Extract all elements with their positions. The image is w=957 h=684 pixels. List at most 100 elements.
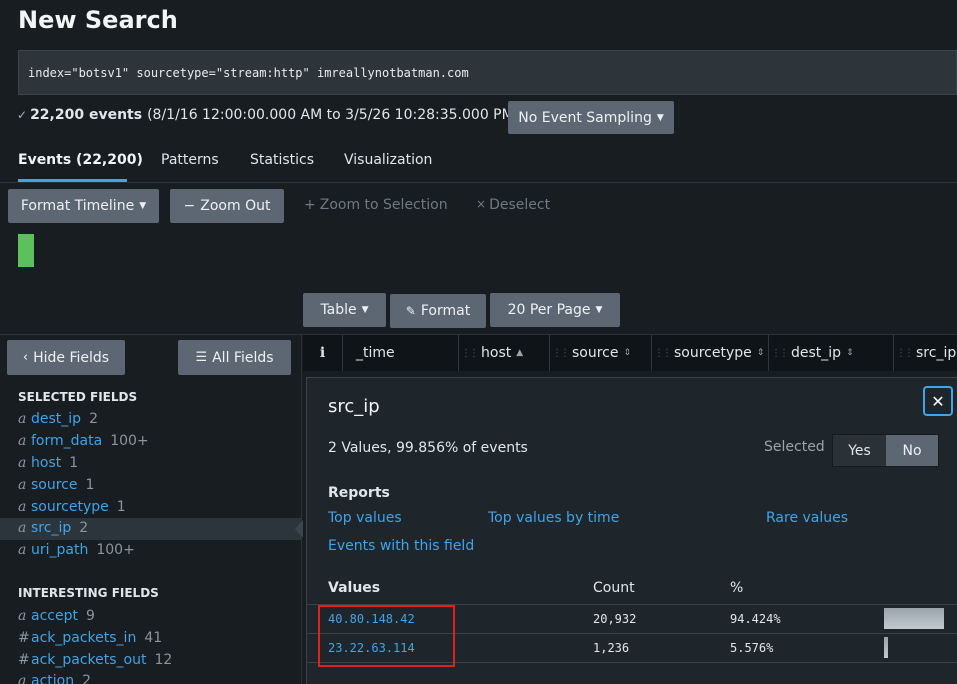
field-name: source <box>31 477 78 493</box>
field-type: a <box>18 455 27 471</box>
sidebar-item-host[interactable]: a host 1 <box>18 455 78 471</box>
column-header-src-ip[interactable]: ⋮⋮ src_ip <box>893 335 957 371</box>
drag-handle-icon[interactable]: ⋮⋮ <box>896 348 914 359</box>
format-label: Format <box>420 303 471 319</box>
field-count: 1 <box>116 499 126 515</box>
zoom-out-button[interactable]: − Zoom Out <box>170 189 284 223</box>
tab-patterns[interactable]: Patterns <box>161 152 219 168</box>
sidebar-item-form-data[interactable]: a form_data 100+ <box>18 433 149 449</box>
selected-no-button[interactable]: No <box>885 435 938 466</box>
sidebar-item-ack-packets-in[interactable]: # ack_packets_in 41 <box>18 630 162 646</box>
field-type: a <box>18 673 27 684</box>
table-view-dropdown[interactable]: Table ▼ <box>303 293 386 327</box>
selected-yes-button[interactable]: Yes <box>833 435 886 466</box>
sidebar-item-sourcetype[interactable]: a sourcetype 1 <box>18 499 126 515</box>
field-count: 9 <box>85 608 95 624</box>
value-percent-bar <box>884 637 888 658</box>
tab-statistics[interactable]: Statistics <box>250 152 314 168</box>
field-count: 12 <box>154 652 173 668</box>
drag-handle-icon[interactable]: ⋮⋮ <box>654 348 672 359</box>
per-page-label: 20 Per Page <box>507 302 591 318</box>
column-header-time[interactable]: _time <box>342 335 458 371</box>
all-fields-label: All Fields <box>212 349 274 366</box>
column-label: dest_ip <box>791 345 842 361</box>
caret-down-icon: ▼ <box>595 305 603 315</box>
field-type: a <box>18 608 27 624</box>
sort-icon[interactable]: ⇕ <box>757 348 765 358</box>
info-column-header[interactable]: i <box>303 335 342 371</box>
x-icon: × <box>476 197 487 211</box>
sidebar-item-action[interactable]: a action 2 <box>18 673 91 684</box>
report-rare-values-link[interactable]: Rare values <box>766 510 848 526</box>
field-count: 2 <box>79 520 89 536</box>
info-icon: i <box>319 345 326 361</box>
sidebar-item-source[interactable]: a source 1 <box>18 477 94 493</box>
format-button[interactable]: ✎ Format <box>390 294 486 328</box>
sidebar-item-accept[interactable]: a accept 9 <box>18 608 95 624</box>
column-header-sourcetype[interactable]: ⋮⋮ sourcetype ⇕ <box>651 335 768 371</box>
per-page-dropdown[interactable]: 20 Per Page ▼ <box>490 293 620 327</box>
sort-icon[interactable]: ⇕ <box>624 348 632 358</box>
all-fields-button[interactable]: ☰ All Fields <box>178 340 291 375</box>
count-column-header: Count <box>593 580 635 596</box>
column-header-source[interactable]: ⋮⋮ source ⇕ <box>549 335 651 371</box>
field-name: ack_packets_in <box>31 630 137 646</box>
sidebar-item-uri-path[interactable]: a uri_path 100+ <box>18 542 135 558</box>
list-icon: ☰ <box>195 350 208 365</box>
value-count: 20,932 <box>593 612 637 626</box>
field-type: # <box>18 652 30 668</box>
timeline-bar[interactable] <box>18 234 34 267</box>
drag-handle-icon[interactable]: ⋮⋮ <box>552 348 570 359</box>
sort-icon[interactable]: ▲ <box>516 348 523 358</box>
percent-column-header: % <box>730 580 744 596</box>
report-top-values-by-time-link[interactable]: Top values by time <box>488 510 619 526</box>
hide-fields-button[interactable]: ‹ Hide Fields <box>7 340 125 375</box>
field-count: 1 <box>69 455 79 471</box>
column-label: src_ip <box>916 345 957 361</box>
event-count: 22,200 events <box>30 107 143 123</box>
format-timeline-button[interactable]: Format Timeline ▼ <box>8 189 159 223</box>
value-percent: 94.424% <box>730 612 781 626</box>
field-name: host <box>31 455 62 471</box>
report-events-with-field-link[interactable]: Events with this field <box>328 538 474 554</box>
field-name: action <box>31 673 75 684</box>
field-name: uri_path <box>31 542 89 558</box>
tab-events-label: Events (22,200) <box>18 152 143 168</box>
drag-handle-icon[interactable]: ⋮⋮ <box>461 348 479 359</box>
deselect-label: Deselect <box>489 197 551 213</box>
sidebar-item-src-ip[interactable]: a src_ip 2 <box>18 520 88 536</box>
format-timeline-label: Format Timeline <box>20 198 135 214</box>
reports-heading: Reports <box>328 485 390 501</box>
close-icon: ✕ <box>931 391 945 411</box>
field-count: 100+ <box>96 542 135 558</box>
popup-close-button[interactable]: ✕ <box>923 386 953 416</box>
tab-visualization[interactable]: Visualization <box>344 152 432 168</box>
zoom-out-label: Zoom Out <box>200 198 271 214</box>
hide-fields-label: Hide Fields <box>33 349 110 366</box>
sort-icon[interactable]: ⇕ <box>846 348 854 358</box>
pencil-icon: ✎ <box>405 304 416 318</box>
deselect-button[interactable]: × Deselect <box>476 197 550 213</box>
field-name: accept <box>31 608 78 624</box>
report-top-values-link[interactable]: Top values <box>328 510 402 526</box>
sidebar-item-ack-packets-out[interactable]: # ack_packets_out 12 <box>18 652 172 668</box>
sidebar-item-dest-ip[interactable]: a dest_ip 2 <box>18 411 98 427</box>
search-input[interactable]: index="botsv1" sourcetype="stream:http" … <box>18 50 957 95</box>
column-header-host[interactable]: ⋮⋮ host ▲ <box>458 335 549 371</box>
event-sampling-dropdown[interactable]: No Event Sampling ▼ <box>508 101 674 134</box>
field-type: a <box>18 499 27 515</box>
value-percent-bar <box>884 608 945 629</box>
field-count: 2 <box>82 673 92 684</box>
value-percent-bar-track <box>884 608 948 629</box>
drag-handle-icon[interactable]: ⋮⋮ <box>771 348 789 359</box>
value-count: 1,236 <box>593 641 630 655</box>
sidebar-border <box>301 335 302 684</box>
tab-events[interactable]: Events (22,200) <box>18 152 143 168</box>
page-title: New Search <box>18 6 178 34</box>
column-header-dest-ip[interactable]: ⋮⋮ dest_ip ⇕ <box>768 335 893 371</box>
chevron-left-icon: ‹ <box>22 350 29 365</box>
selected-toggle: Yes No <box>832 434 939 467</box>
tabs-divider <box>0 182 957 183</box>
zoom-to-selection-button[interactable]: + Zoom to Selection <box>304 197 448 213</box>
sidebar-pointer <box>295 520 303 538</box>
